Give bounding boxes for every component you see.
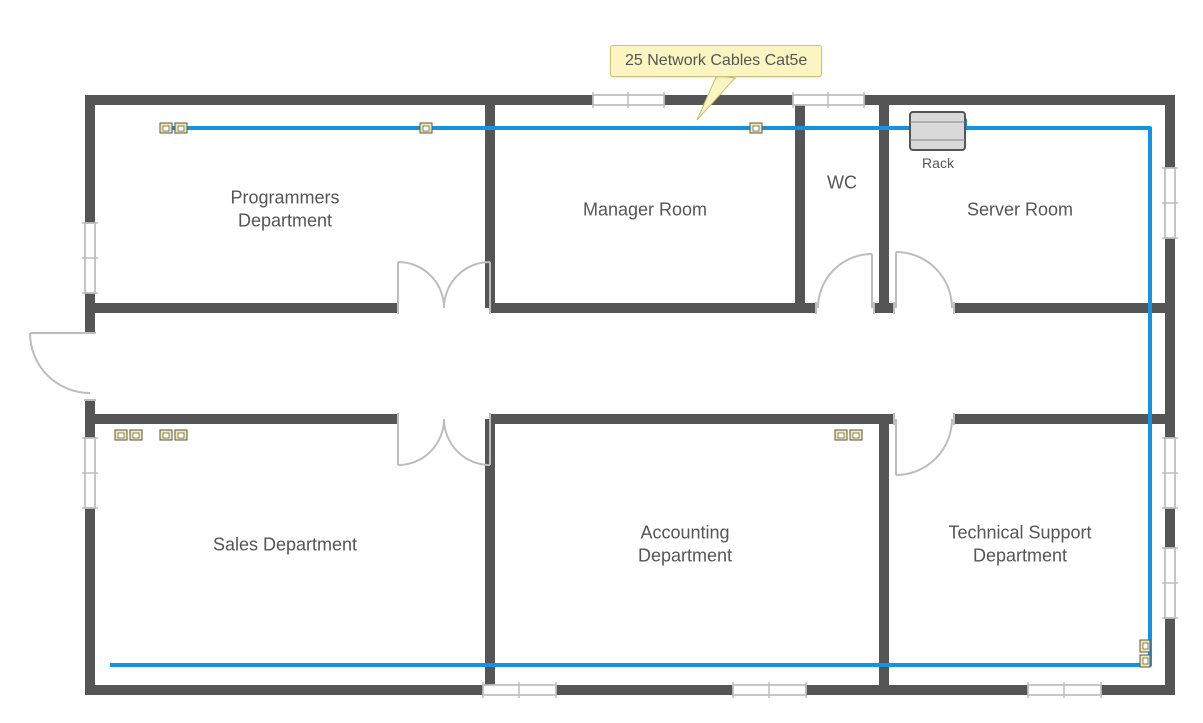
rack-icon	[910, 112, 965, 150]
windows	[82, 92, 1178, 698]
label-manager: Manager Room	[583, 198, 707, 221]
label-server: Server Room	[967, 198, 1073, 221]
door-wc	[816, 254, 874, 314]
label-tech: Technical SupportDepartment	[948, 522, 1091, 569]
label-wc: WC	[827, 171, 857, 194]
label-programmers: ProgrammersDepartment	[230, 187, 339, 234]
door-tech	[894, 413, 954, 475]
door-server	[894, 252, 954, 314]
label-accounting: AccountingDepartment	[638, 522, 732, 569]
label-sales: Sales Department	[213, 533, 357, 556]
walls	[85, 95, 1175, 695]
door-upper-double	[398, 262, 490, 314]
floorplan-svg	[0, 0, 1203, 723]
callout-network-cables: 25 Network Cables Cat5e	[610, 45, 822, 77]
label-rack: Rack	[922, 155, 954, 171]
floorplan-stage: 25 Network Cables Cat5e ProgrammersDepar…	[0, 0, 1203, 723]
door-entry	[30, 333, 96, 400]
door-lower-double	[398, 413, 490, 465]
